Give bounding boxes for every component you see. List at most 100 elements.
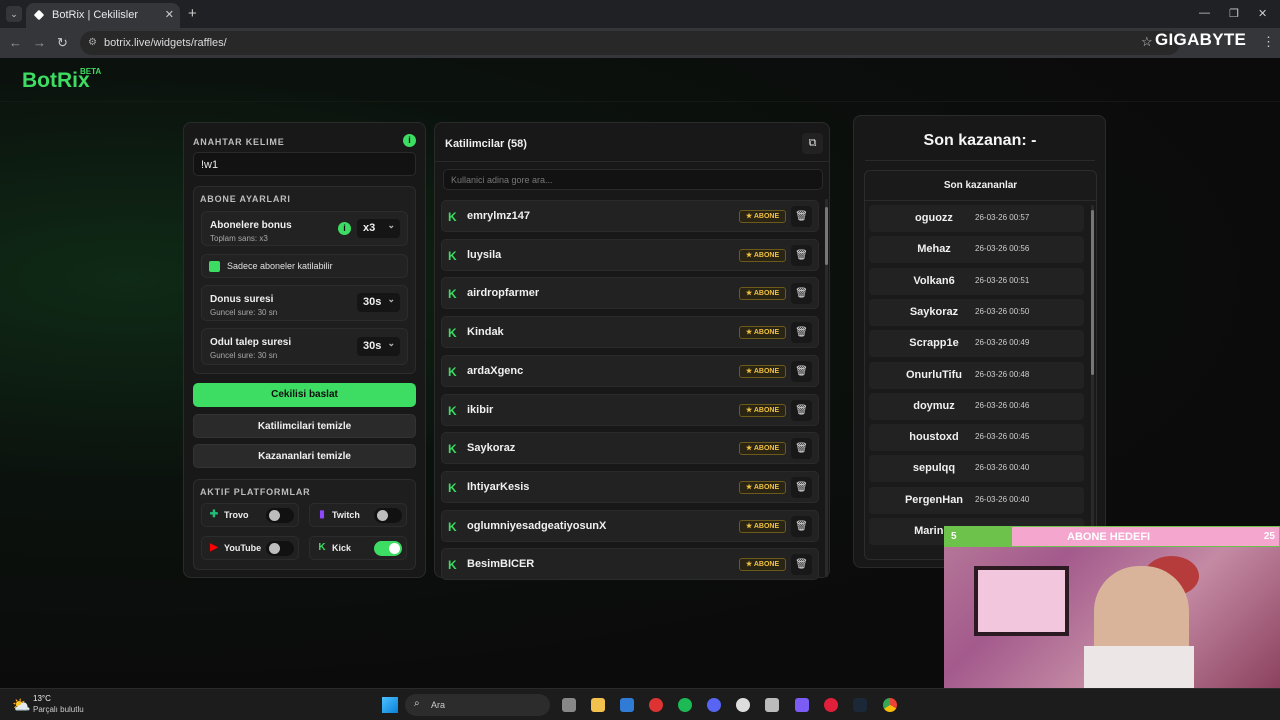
info-icon[interactable]: i <box>403 134 416 147</box>
site-info-icon[interactable]: ⚙ <box>88 37 97 48</box>
start-icon[interactable] <box>382 697 398 713</box>
winner-row: PergenHan 26-03-26 00:40 <box>869 486 1084 514</box>
subscriber-badge: ★ ABONE <box>739 364 786 378</box>
only-subs-checkbox[interactable] <box>209 261 220 272</box>
chrome-icon[interactable] <box>883 698 897 712</box>
streamer-shirt-image <box>1084 646 1194 694</box>
winners-scroll-thumb[interactable] <box>1091 210 1094 375</box>
taskbar-search[interactable]: ⌕ Ara <box>405 694 550 716</box>
minimize-icon[interactable]: — <box>1199 7 1210 19</box>
opera-icon[interactable] <box>824 698 838 712</box>
kick-icon: K <box>448 558 457 573</box>
clear-participants-button[interactable]: Katilimcilari temizle <box>193 414 416 438</box>
browser-tab[interactable]: BotRix | Cekilisler ✕ <box>26 3 180 28</box>
winner-name: Saykoraz <box>909 305 959 318</box>
participant-name: oglumniyesadgeatiyosunX <box>467 519 607 532</box>
kick-icon: K <box>448 364 457 379</box>
delete-icon[interactable]: 🗑 <box>791 476 812 498</box>
participant-name: IhtiyarKesis <box>467 480 530 493</box>
app-grid-icon[interactable] <box>795 698 809 712</box>
participant-name: emrylmz147 <box>467 210 530 222</box>
participant-row: KardaXgenc ★ ABONE 🗑 <box>441 354 819 387</box>
youtube-icon: ▶ <box>210 542 218 553</box>
task-view-icon[interactable] <box>562 698 576 712</box>
kick-toggle[interactable] <box>374 541 402 556</box>
maximize-icon[interactable]: ❐ <box>1229 7 1239 20</box>
reload-icon[interactable]: ↻ <box>57 35 68 51</box>
tab-search-icon[interactable]: ⌄ <box>6 6 22 22</box>
logitech-icon[interactable] <box>765 698 779 712</box>
forward-icon[interactable]: → <box>33 35 46 50</box>
url-field[interactable]: ⚙ botrix.live/widgets/raffles/ <box>80 31 1180 55</box>
keyword-input[interactable]: !w1 <box>193 152 416 176</box>
winner-date: 26-03-26 00:56 <box>975 244 1030 254</box>
participant-name: luysila <box>467 248 502 261</box>
winner-date: 26-03-26 00:40 <box>975 463 1030 473</box>
delete-icon[interactable]: 🗑 <box>791 360 812 382</box>
divider <box>435 161 829 162</box>
file-explorer-icon[interactable] <box>591 698 605 712</box>
participant-row: K IhtiyarKesis ★ ABONE 🗑 <box>441 470 819 503</box>
spotify-icon[interactable] <box>678 698 692 712</box>
claim-duration-select[interactable]: 30s ⌄ <box>357 337 400 356</box>
sub-bonus-select[interactable]: x3 ⌄ <box>357 219 400 238</box>
participant-row: Kluysila ★ ABONE 🗑 <box>441 238 819 271</box>
winner-date: 26-03-26 00:46 <box>975 400 1030 410</box>
participant-row: KoglumniyesadgeatiyosunX ★ ABONE 🗑 <box>441 509 819 542</box>
window-close-icon[interactable]: ✕ <box>1258 7 1267 20</box>
start-raffle-button[interactable]: Cekilisi baslat <box>193 383 416 407</box>
delete-icon[interactable]: 🗑 <box>791 322 812 344</box>
delete-icon[interactable]: 🗑 <box>791 515 812 537</box>
twitch-toggle[interactable] <box>374 508 402 523</box>
clear-winners-button[interactable]: Kazananlari temizle <box>193 444 416 468</box>
chevron-down-icon: ⌄ <box>387 220 395 230</box>
new-tab-icon[interactable]: + <box>188 5 197 22</box>
browser-tab-strip: ⌄ BotRix | Cekilisler ✕ + — ❐ ✕ <box>0 0 1280 28</box>
bonus-duration-select[interactable]: 30s ⌄ <box>357 293 400 312</box>
sub-goal-label: ABONE HEDEFI <box>1067 531 1151 543</box>
tab-close-icon[interactable]: ✕ <box>165 8 174 21</box>
delete-icon[interactable]: 🗑 <box>791 399 812 421</box>
participant-row: Kikibir ★ ABONE 🗑 <box>441 393 819 426</box>
bookmark-star-icon[interactable]: ☆ <box>1141 34 1153 50</box>
delete-icon[interactable]: 🗑 <box>791 283 812 305</box>
delete-icon[interactable]: 🗑 <box>791 554 812 576</box>
participant-search-input[interactable]: Kullanici adina gore ara... <box>443 169 823 190</box>
discord-icon[interactable] <box>707 698 721 712</box>
monitor-image <box>974 566 1069 636</box>
mail-icon[interactable] <box>620 698 634 712</box>
only-subs-row[interactable]: Sadece aboneler katilabilir <box>201 254 408 278</box>
winner-row: Scrapp1e 26-03-26 00:49 <box>869 330 1084 358</box>
platform-twitch: ▮ Twitch <box>309 503 407 527</box>
youtube-toggle[interactable] <box>266 541 294 556</box>
steelseries-icon[interactable] <box>736 698 750 712</box>
trovo-toggle[interactable] <box>266 508 294 523</box>
weather-desc: Parçalı bulutlu <box>33 705 84 714</box>
back-icon[interactable]: ← <box>9 35 22 50</box>
platform-youtube: ▶ YouTube <box>201 536 299 560</box>
sub-bonus-info-icon[interactable]: i <box>338 222 351 235</box>
browser-menu-icon[interactable]: ⋮ <box>1262 34 1275 50</box>
delete-icon[interactable]: 🗑 <box>791 438 812 460</box>
chevron-down-icon: ⌄ <box>387 294 395 304</box>
participants-scroll-thumb[interactable] <box>825 207 828 265</box>
address-toolbar: ← → ↻ ⚙ botrix.live/widgets/raffles/ <box>0 28 1280 58</box>
winner-name: sepulqq <box>912 462 956 475</box>
copy-icon[interactable]: ⧉ <box>802 133 823 154</box>
delete-icon[interactable]: 🗑 <box>791 206 812 227</box>
kick-icon: K <box>448 210 457 224</box>
subscriber-badge: ★ ABONE <box>739 442 786 456</box>
steam-icon[interactable] <box>853 698 867 712</box>
winner-name: Scrapp1e <box>909 337 959 350</box>
platform-label: Kick <box>332 543 352 553</box>
chevron-down-icon: ⌄ <box>387 338 395 348</box>
beta-badge: BETA <box>80 67 102 76</box>
app-icon[interactable] <box>649 698 663 712</box>
subscriber-badge: ★ ABONE <box>739 519 786 533</box>
site-header: BotRix BETA <box>0 58 1280 102</box>
platform-label: Trovo <box>224 510 249 520</box>
weather-icon[interactable]: ⛅ <box>12 696 31 714</box>
delete-icon[interactable]: 🗑 <box>791 244 812 266</box>
winner-date: 26-03-26 00:40 <box>975 494 1030 504</box>
participant-name: airdropfarmer <box>467 287 540 300</box>
